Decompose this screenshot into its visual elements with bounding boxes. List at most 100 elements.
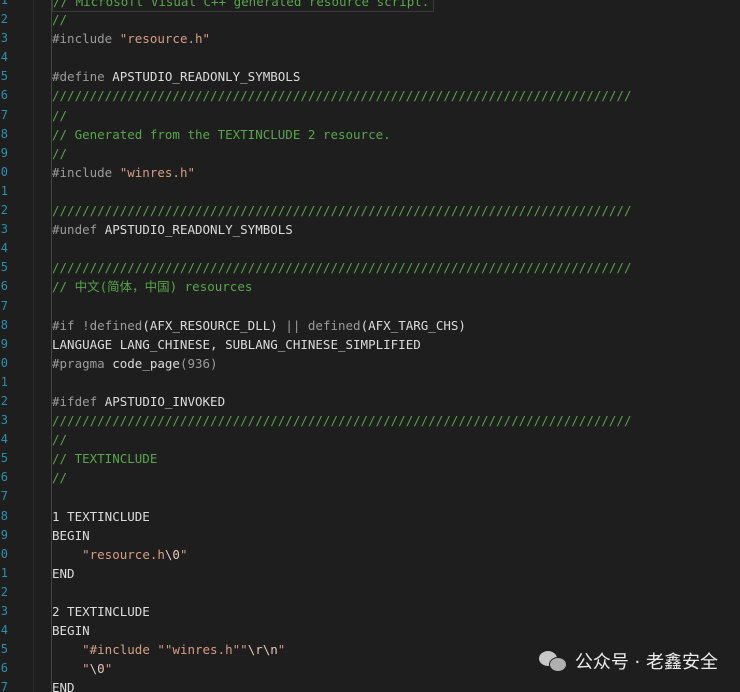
preprocessor: #if !defined [52, 317, 143, 333]
line-number: 6 [0, 661, 8, 676]
statement: BEGIN [52, 527, 90, 543]
code-line: // [52, 106, 740, 125]
line-number: 2 [0, 584, 8, 599]
line-number: 0 [0, 355, 8, 370]
line-number: 6 [0, 88, 8, 103]
line-number: 7 [0, 680, 8, 692]
line-number: 8 [0, 508, 8, 523]
line-number: 3 [0, 222, 8, 237]
code-line: // [52, 10, 740, 29]
code-line: LANGUAGE LANG_CHINESE, SUBLANG_CHINESE_S… [52, 335, 740, 354]
line-number: 6 [0, 470, 8, 485]
comment: ////////////////////////////////////////… [52, 203, 632, 219]
preprocessor: #undef [52, 222, 105, 238]
gutter-separator [33, 0, 34, 692]
identifier: code_page [112, 355, 180, 371]
preprocessor: || defined [285, 317, 361, 333]
code-line: BEGIN [52, 526, 740, 545]
identifier: (AFX_TARG_CHS) [360, 317, 466, 333]
line-number: 7 [0, 298, 8, 313]
watermark-text: 公众号 · 老鑫安全 [574, 652, 718, 673]
code-area[interactable]: // Microsoft Visual C++ generated resour… [52, 0, 740, 692]
code-line: "resource.h\0" [52, 545, 740, 564]
line-number: 7 [0, 107, 8, 122]
comment: ////////////////////////////////////////… [52, 260, 632, 276]
line-number: 9 [0, 145, 8, 160]
string-literal: " [277, 642, 286, 658]
line-number: 5 [0, 69, 8, 84]
code-line: // TEXTINCLUDE [52, 449, 740, 468]
code-line: ////////////////////////////////////////… [52, 86, 740, 105]
line-number: 9 [0, 527, 8, 542]
line-number: 4 [0, 432, 8, 447]
code-line: #undef APSTUDIO_READONLY_SYMBOLS [52, 220, 740, 239]
comment: // [52, 432, 68, 448]
code-line: #pragma code_page(936) [52, 354, 740, 373]
code-line: // Microsoft Visual C++ generated resour… [52, 0, 740, 13]
line-number: 4 [0, 50, 8, 65]
line-number: 0 [0, 164, 8, 179]
line-number: 3 [0, 31, 8, 46]
line-number-gutter: 1 2 3 4 5 6 7 8 9 0 1 2 3 4 5 6 7 8 9 0 1 2 3 4 5 6 7 8 9 0 1 2 3 4 5 6 7 [0, 0, 10, 692]
line-number: 4 [0, 241, 8, 256]
line-number: 5 [0, 451, 8, 466]
identifier: APSTUDIO_READONLY_SYMBOLS [104, 222, 293, 238]
statement: END [52, 680, 75, 692]
comment: ////////////////////////////////////////… [52, 88, 632, 104]
code-line: // [52, 144, 740, 163]
code-line: ////////////////////////////////////////… [52, 411, 740, 430]
preprocessor: #include [52, 164, 120, 180]
code-line: #define APSTUDIO_READONLY_SYMBOLS [52, 67, 740, 86]
code-editor[interactable]: 1 2 3 4 5 6 7 8 9 0 1 2 3 4 5 6 7 8 9 0 1 2 3 4 5 6 7 8 9 0 1 2 3 4 5 6 7 //… [0, 0, 740, 692]
code-line: // [52, 430, 740, 449]
line-number: 2 [0, 12, 8, 27]
line-number: 1 [0, 374, 8, 389]
line-number: 2 [0, 393, 8, 408]
comment: // [52, 107, 68, 123]
statement: BEGIN [52, 623, 90, 639]
line-number: 8 [0, 126, 8, 141]
comment: // [52, 470, 68, 486]
code-line: // Generated from the TEXTINCLUDE 2 reso… [52, 125, 740, 144]
line-number: 4 [0, 623, 8, 638]
code-line: ////////////////////////////////////////… [52, 201, 740, 220]
code-line: END [52, 678, 740, 692]
string-literal: " [104, 661, 113, 677]
code-line: 1 TEXTINCLUDE [52, 507, 740, 526]
code-line: 2 TEXTINCLUDE [52, 602, 740, 621]
line-number: 5 [0, 260, 8, 275]
line-number: 3 [0, 413, 8, 428]
statement: LANGUAGE LANG_CHINESE, SUBLANG_CHINESE_S… [52, 336, 421, 352]
line-number: 1 [0, 0, 8, 7]
escape-sequence: \r\n [247, 642, 278, 658]
line-number: 9 [0, 336, 8, 351]
string-literal: "#include ""winres.h"" [82, 642, 248, 658]
comment: // [52, 12, 68, 28]
wechat-icon [538, 649, 567, 673]
string-literal: "resource.h [82, 546, 165, 562]
code-line: END [52, 564, 740, 583]
comment: ////////////////////////////////////////… [52, 413, 632, 429]
line-number: 1 [0, 183, 8, 198]
escape-sequence: \0 [164, 546, 180, 562]
line-number: 7 [0, 489, 8, 504]
comment: // [52, 145, 68, 161]
preprocessor: #define [52, 69, 113, 85]
comment: // Generated from the TEXTINCLUDE 2 reso… [52, 126, 391, 142]
identifier: APSTUDIO_READONLY_SYMBOLS [112, 69, 301, 85]
code-line: #include "resource.h" [52, 29, 740, 48]
string-literal: "winres.h" [119, 164, 195, 180]
line-number: 5 [0, 642, 8, 657]
comment: // 中文(简体，中国) resources [52, 279, 253, 295]
line-number: 3 [0, 604, 8, 618]
statement: 2 TEXTINCLUDE [52, 604, 150, 619]
escape-sequence: \0 [89, 661, 105, 677]
line-number: 8 [0, 317, 8, 332]
preprocessor: #include [52, 31, 120, 47]
